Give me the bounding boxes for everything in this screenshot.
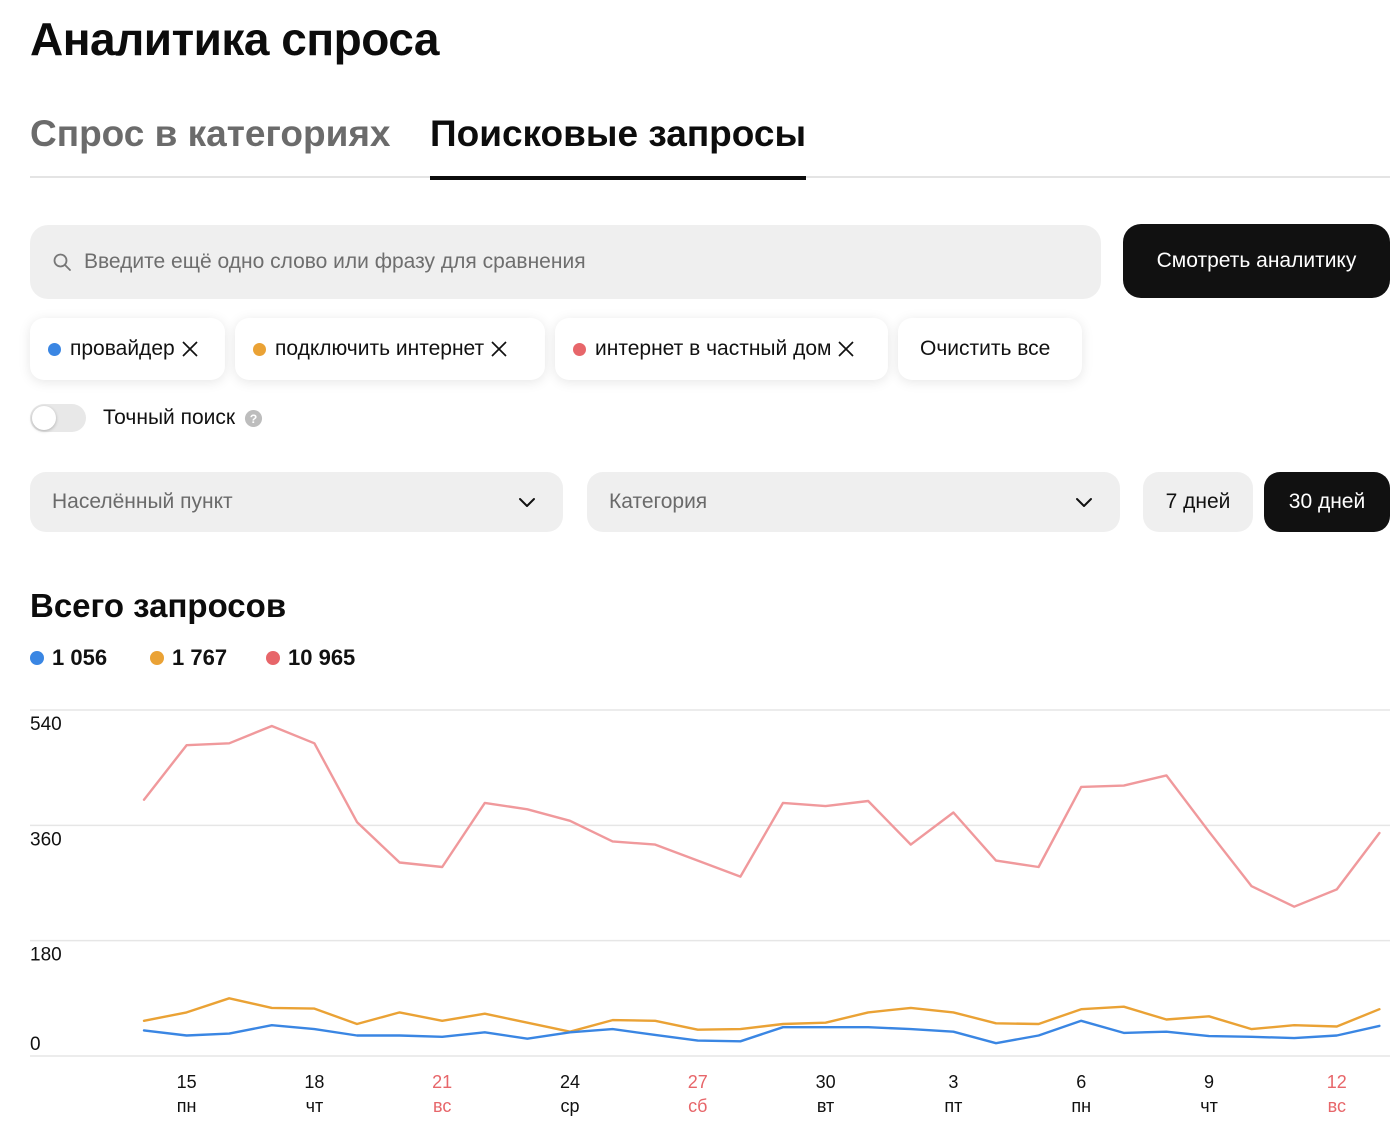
close-icon[interactable] (181, 340, 199, 358)
chip-keyword: подключить интернет (235, 318, 545, 380)
exact-search-toggle[interactable] (30, 404, 86, 432)
series-color-dot (573, 342, 586, 356)
tab-search-queries[interactable]: Поисковые запросы (430, 108, 807, 180)
exact-search-label: Точный поиск (103, 406, 236, 429)
series-color-dot (266, 651, 280, 665)
series-color-dot (150, 651, 164, 665)
chevron-down-icon (519, 498, 535, 507)
close-icon[interactable] (837, 340, 855, 358)
x-tick-day: 15 (177, 1072, 197, 1092)
x-tick-weekday: ср (560, 1096, 579, 1116)
clear-all-button[interactable]: Очистить все (898, 318, 1082, 380)
x-tick-weekday: вт (817, 1096, 834, 1116)
close-icon[interactable] (490, 340, 508, 358)
x-tick-day: 27 (688, 1072, 708, 1092)
category-select-placeholder: Категория (609, 490, 708, 513)
tab-categories-demand[interactable]: Спрос в категориях (30, 108, 391, 178)
x-tick-day: 6 (1076, 1072, 1086, 1092)
x-tick-weekday: чт (306, 1096, 324, 1116)
legend-total: 1 056 (30, 645, 107, 671)
help-icon[interactable]: ? (244, 409, 263, 428)
legend-total-value: 10 965 (288, 645, 356, 670)
chevron-down-icon (1076, 498, 1092, 507)
series-line (142, 1019, 1381, 1045)
chip-label: подключить интернет (275, 337, 485, 360)
x-tick-day: 21 (432, 1072, 452, 1092)
series-color-dot (253, 342, 266, 356)
chip-keyword: интернет в частный дом (555, 318, 888, 380)
y-tick-label: 540 (30, 714, 62, 735)
city-select-placeholder: Населённый пункт (52, 490, 233, 513)
x-tick-day: 24 (560, 1072, 580, 1092)
search-input[interactable] (84, 250, 1064, 274)
requests-line-chart: 540 360 180 0 15 пн 18 чт 21 вс 24 ср 27 сб 30 вт 3 пт 6 пн… (30, 709, 1390, 1116)
x-tick-day: 12 (1327, 1072, 1347, 1092)
x-tick-weekday: чт (1200, 1096, 1218, 1116)
chip-label: провайдер (70, 337, 175, 360)
category-select[interactable]: Категория (587, 472, 1120, 532)
period-30-days-button[interactable]: 30 дней (1264, 472, 1390, 532)
x-tick-weekday: пн (177, 1096, 197, 1116)
y-tick-label: 180 (30, 945, 62, 966)
clear-all-label: Очистить все (920, 337, 1051, 360)
series-line (142, 724, 1381, 908)
x-tick-weekday: пт (944, 1096, 962, 1116)
x-tick-day: 9 (1204, 1072, 1214, 1092)
search-box (30, 225, 1101, 299)
chip-label: интернет в частный дом (595, 337, 832, 360)
toggle-knob (32, 406, 56, 430)
y-tick-label: 360 (30, 829, 62, 850)
x-tick-weekday: пн (1071, 1096, 1091, 1116)
chip-keyword: провайдер (30, 318, 225, 380)
y-tick-label: 0 (30, 1034, 41, 1055)
series-color-dot (30, 651, 44, 665)
legend-total-value: 1 767 (172, 645, 228, 670)
tabs: Спрос в категориях Поисковые запросы (30, 108, 1390, 180)
x-tick-day: 30 (816, 1072, 836, 1092)
search-icon (53, 253, 71, 271)
city-select[interactable]: Населённый пункт (30, 472, 563, 532)
x-tick-weekday: сб (688, 1096, 707, 1116)
x-tick-weekday: вс (1328, 1096, 1346, 1116)
x-tick-day: 3 (948, 1072, 958, 1092)
svg-text:?: ? (250, 411, 258, 425)
legend-total: 10 965 (266, 645, 355, 671)
series-line (142, 997, 1381, 1033)
view-analytics-button[interactable]: Смотреть аналитику (1123, 224, 1390, 298)
page-title: Аналитика спроса (30, 13, 439, 65)
legend-total: 1 767 (150, 645, 227, 671)
x-tick-day: 18 (304, 1072, 324, 1092)
legend-total-value: 1 056 (52, 645, 108, 670)
period-7-days-button[interactable]: 7 дней (1143, 472, 1253, 532)
x-tick-weekday: вс (433, 1096, 451, 1116)
section-title: Всего запросов (30, 587, 287, 624)
exact-search-row: Точный поиск ? (30, 403, 263, 433)
series-color-dot (48, 342, 61, 356)
